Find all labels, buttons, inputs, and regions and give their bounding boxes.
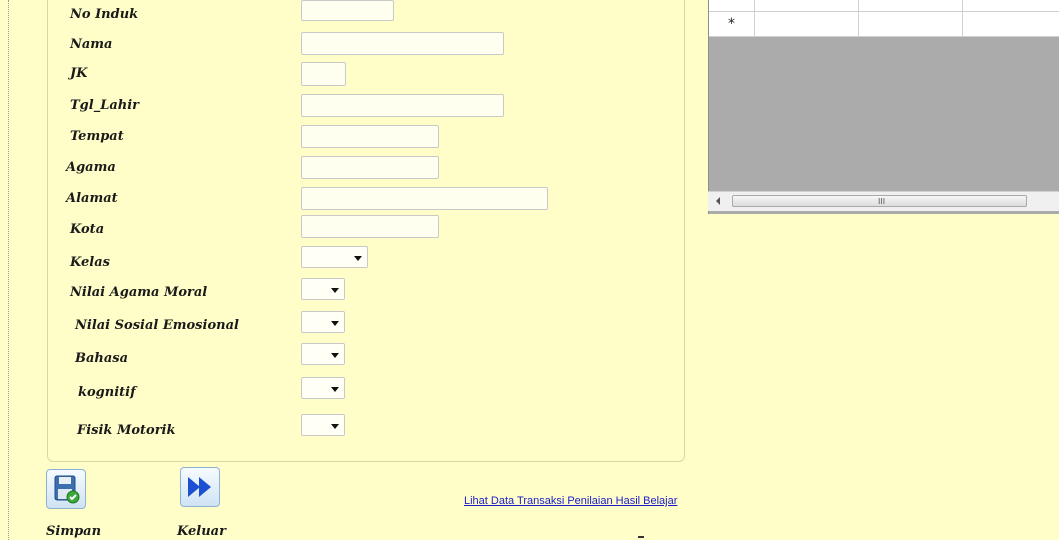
nama-input[interactable] [301,32,504,55]
kelas-select[interactable] [301,246,368,268]
label-jk: JK [70,66,88,81]
bahasa-select[interactable] [301,343,345,365]
grid-cell[interactable] [858,12,963,36]
label-tempat: Tempat [70,129,124,144]
data-grid[interactable]: * [708,0,1059,214]
label-kognitif: kognitif [78,385,136,400]
window-left-border [8,0,9,540]
label-kelas: Kelas [70,255,110,270]
label-nilai-agama-moral: Nilai Agama Moral [70,285,208,300]
fisik-motorik-select[interactable] [301,414,345,436]
grid-horizontal-scrollbar[interactable]: III [708,191,1059,211]
chevron-down-icon [354,256,362,261]
label-alamat: Alamat [66,191,118,206]
jk-input[interactable] [301,62,346,86]
tgl-lahir-input[interactable] [301,94,504,117]
grid-header-cell [754,0,859,11]
scrollbar-grip: III [878,197,886,206]
label-nilai-sosial-emosional: Nilai Sosial Emosional [75,318,239,333]
label-no-induk: No Induk [70,7,139,22]
kognitif-select[interactable] [301,377,345,399]
label-nama: Nama [70,37,113,52]
grid-header-cell [962,0,1059,11]
exit-button-label: Keluar [177,524,226,539]
tempat-input[interactable] [301,125,439,148]
nilai-agama-moral-select[interactable] [301,278,345,300]
save-button[interactable] [46,469,86,509]
new-row-marker: * [709,12,755,36]
grid-header-cell [858,0,963,11]
chevron-down-icon [331,424,339,429]
grid-cell[interactable] [962,12,1059,36]
grid-new-row[interactable]: * [709,11,1059,37]
label-tgl-lahir: Tgl_Lahir [70,98,140,113]
grid-header-row [709,0,1059,11]
grid-header-cell [709,0,755,11]
scrollbar-thumb[interactable]: III [732,195,1027,207]
exit-button[interactable] [180,467,220,507]
chevron-down-icon [331,288,339,293]
agama-input[interactable] [301,156,439,179]
kota-input[interactable] [301,215,439,238]
label-fisik-motorik: Fisik Motorik [77,423,176,438]
alamat-input[interactable] [301,187,548,210]
fast-forward-icon [188,477,211,497]
grid-cell[interactable] [754,12,859,36]
save-button-label: Simpan [46,524,102,539]
scroll-left-arrow-icon[interactable] [716,197,720,205]
chevron-down-icon [331,321,339,326]
label-kota: Kota [70,222,105,237]
label-bahasa: Bahasa [75,351,129,366]
label-agama: Agama [66,160,116,175]
floppy-save-icon [54,475,80,504]
chevron-down-icon [331,353,339,358]
cursor-marker [638,536,644,538]
chevron-down-icon [331,387,339,392]
no-induk-input[interactable] [301,0,394,21]
nilai-sosial-emosional-select[interactable] [301,311,345,333]
view-assessment-transactions-link[interactable]: Lihat Data Transaksi Penilaian Hasil Bel… [464,495,677,507]
